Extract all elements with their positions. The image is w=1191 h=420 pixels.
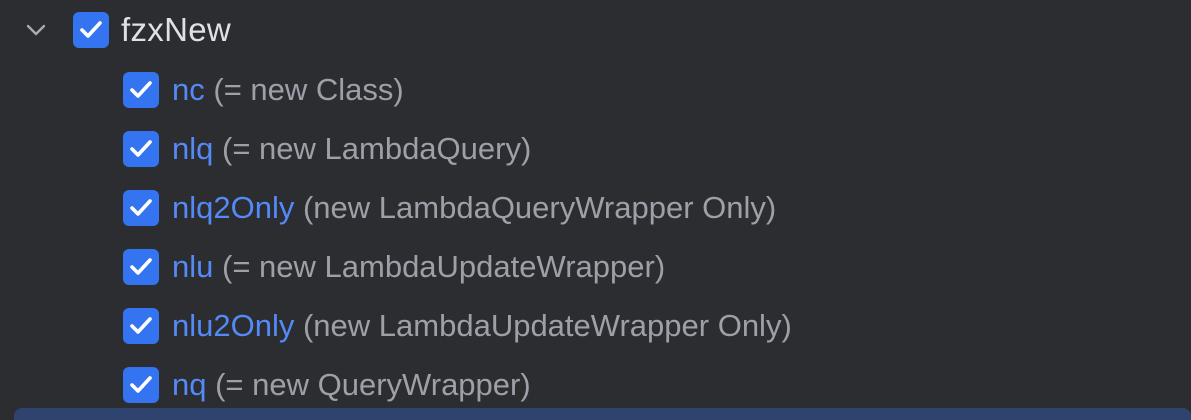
checkmark-icon	[130, 140, 152, 157]
checkmark-icon	[80, 21, 102, 38]
item-abbreviation: nlq2Only	[172, 190, 295, 225]
checkmark-icon	[130, 376, 152, 393]
item-checkbox[interactable]	[123, 249, 159, 285]
item-checkbox[interactable]	[123, 308, 159, 344]
tree-item-nlq[interactable]: nlq (= new LambdaQuery)	[0, 119, 1191, 178]
checkmark-icon	[130, 199, 152, 216]
checkmark-icon	[130, 81, 152, 98]
tree-item-nc[interactable]: nc (= new Class)	[0, 60, 1191, 119]
tree-item-nq[interactable]: nq (= new QueryWrapper)	[0, 355, 1191, 414]
item-label: nlu (= new LambdaUpdateWrapper)	[172, 245, 665, 289]
tree-item-nlq2Only[interactable]: nlq2Only (new LambdaQueryWrapper Only)	[0, 178, 1191, 237]
chevron-down-icon[interactable]	[24, 18, 48, 42]
group-label: fzxNew	[121, 11, 231, 48]
item-label: nlu2Only (new LambdaUpdateWrapper Only)	[172, 304, 792, 348]
selected-row-highlight[interactable]	[14, 408, 1191, 420]
item-checkbox[interactable]	[123, 131, 159, 167]
item-checkbox[interactable]	[123, 190, 159, 226]
live-template-tree: fzxNew nc (= new Class) nlq (= new Lambda…	[0, 0, 1191, 420]
tree-item-nlu[interactable]: nlu (= new LambdaUpdateWrapper)	[0, 237, 1191, 296]
item-abbreviation: nc	[172, 72, 205, 107]
item-abbreviation: nlq	[172, 131, 214, 166]
item-label: nlq2Only (new LambdaQueryWrapper Only)	[172, 186, 776, 230]
checkmark-icon	[130, 258, 152, 275]
group-checkbox[interactable]	[73, 12, 109, 48]
item-label: nq (= new QueryWrapper)	[172, 363, 531, 407]
item-label: nc (= new Class)	[172, 68, 404, 112]
checkmark-icon	[130, 317, 152, 334]
item-description: (new LambdaUpdateWrapper Only)	[302, 308, 792, 343]
item-label: nlq (= new LambdaQuery)	[172, 127, 531, 171]
tree-item-nlu2Only[interactable]: nlu2Only (new LambdaUpdateWrapper Only)	[0, 296, 1191, 355]
item-abbreviation: nq	[172, 367, 207, 402]
item-description: (= new QueryWrapper)	[215, 367, 531, 402]
item-checkbox[interactable]	[123, 367, 159, 403]
item-description: (= new Class)	[213, 72, 404, 107]
item-description: (= new LambdaQuery)	[222, 131, 532, 166]
item-abbreviation: nlu2Only	[172, 308, 295, 343]
tree-group-row[interactable]: fzxNew	[0, 0, 1191, 60]
item-abbreviation: nlu	[172, 249, 214, 284]
item-description: (= new LambdaUpdateWrapper)	[222, 249, 666, 284]
item-description: (new LambdaQueryWrapper Only)	[302, 190, 777, 225]
item-checkbox[interactable]	[123, 72, 159, 108]
